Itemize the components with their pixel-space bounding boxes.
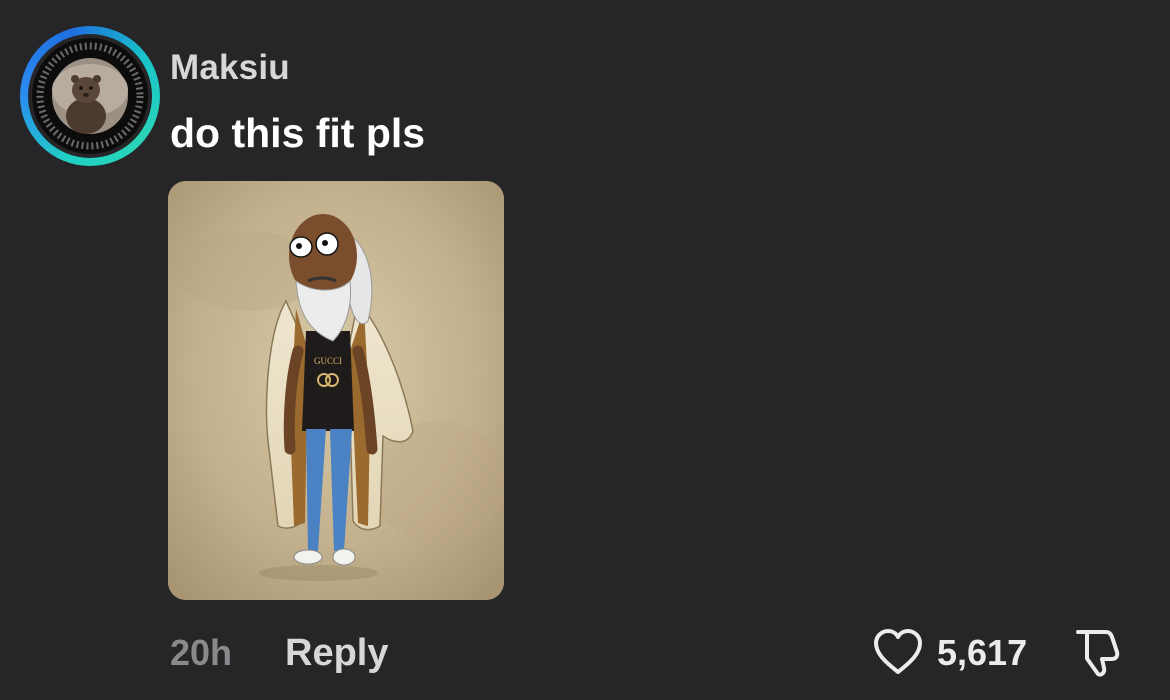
- shirt-text: GUCCI: [314, 356, 342, 366]
- comment-text: do this fit pls: [170, 110, 426, 156]
- comment-image[interactable]: GUCCI: [168, 181, 504, 600]
- comment-item: Maksiu do this fit pls GUCCI 20h Reply 5…: [0, 0, 1170, 700]
- like-count: 5,617: [937, 632, 1028, 673]
- thumbs-down-outline-icon[interactable]: [1070, 626, 1124, 680]
- reply-button[interactable]: Reply: [285, 632, 388, 675]
- comment-username[interactable]: Maksiu: [170, 48, 290, 88]
- comment-timestamp: 20h: [170, 632, 233, 673]
- avatar[interactable]: [20, 26, 160, 166]
- avatar-image: [32, 38, 148, 154]
- heart-outline-icon[interactable]: [872, 628, 924, 676]
